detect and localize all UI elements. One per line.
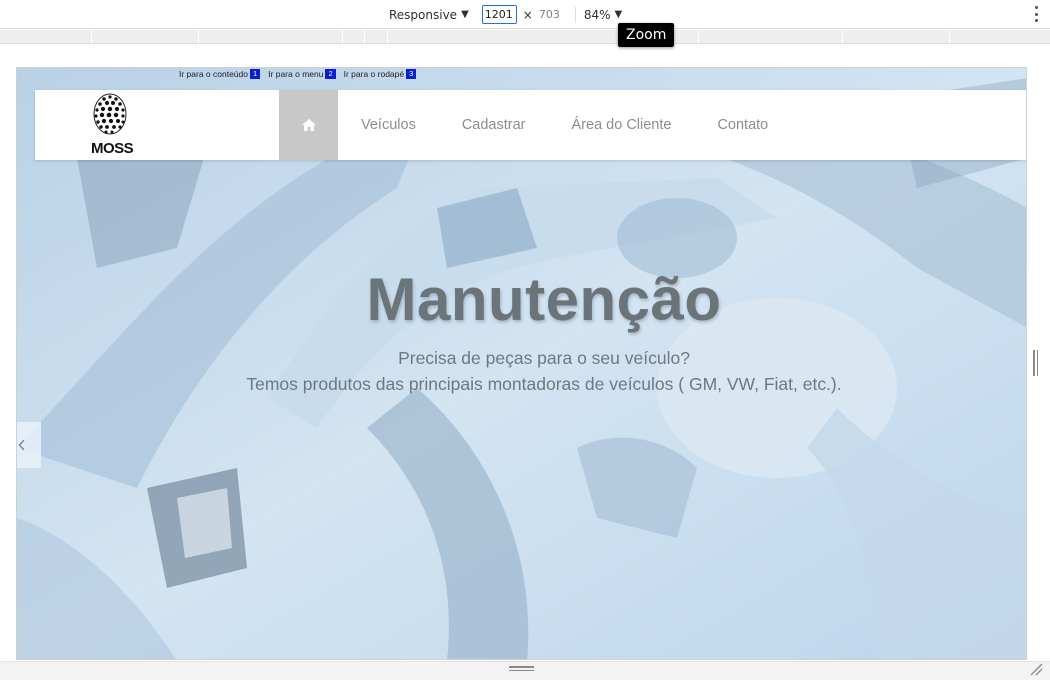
toolbar-divider [574, 6, 576, 23]
nav-item-area-do-cliente[interactable]: Área do Cliente [549, 117, 695, 133]
hero-subtitle-line1: Precisa de peças para o seu veículo? [398, 348, 690, 368]
nav-home-button[interactable] [279, 90, 338, 160]
viewport-resize-handle-right[interactable] [1033, 350, 1038, 376]
carousel-prev-button[interactable] [17, 422, 41, 468]
resize-corner-icon[interactable] [1029, 662, 1043, 676]
skip-link-key: 2 [325, 69, 336, 79]
zoom-tooltip: Zoom [618, 23, 675, 47]
home-icon [301, 119, 316, 131]
nav-item-cadastrar[interactable]: Cadastrar [439, 117, 549, 133]
skip-link-content[interactable]: Ir para o conteúdo 1 [179, 69, 261, 79]
logo-globe-icon [93, 93, 127, 135]
skip-link-menu[interactable]: Ir para o menu 2 [268, 69, 336, 79]
media-query-bar[interactable] [0, 30, 1050, 44]
skip-link-label: Ir para o menu [268, 69, 324, 79]
logo-text: MOSS [91, 140, 134, 157]
device-mode-label: Responsive [389, 7, 458, 22]
dimension-separator: × [522, 7, 533, 22]
device-mode-select[interactable]: Responsive ▼ [389, 8, 469, 22]
site-navbar: MOSS Veículos Cadastrar Área do Cliente … [35, 90, 1026, 160]
skip-links: Ir para o conteúdo 1 Ir para o menu 2 Ir… [179, 69, 417, 79]
hero-title: Manutenção [366, 266, 722, 333]
nav-menu: Veículos Cadastrar Área do Cliente Conta… [338, 90, 791, 160]
hero-caption: Manutenção Precisa de peças para o seu v… [17, 265, 1026, 397]
skip-link-key: 3 [406, 69, 417, 79]
zoom-select[interactable]: 84% ▼ [584, 8, 622, 22]
skip-link-key: 1 [250, 69, 261, 79]
chevron-left-icon [18, 439, 25, 451]
skip-link-footer[interactable]: Ir para o rodapé 3 [344, 69, 417, 79]
site-logo[interactable]: MOSS [35, 90, 279, 160]
skip-link-label: Ir para o conteúdo [179, 69, 248, 79]
viewport-resize-handle-bottom[interactable] [509, 666, 534, 671]
hero-subtitle-line2: Temos produtos das principais montadoras… [246, 374, 842, 394]
caret-down-icon: ▼ [614, 9, 623, 20]
width-input[interactable] [481, 5, 517, 24]
skip-link-label: Ir para o rodapé [343, 69, 405, 79]
caret-down-icon: ▼ [461, 9, 469, 20]
nav-item-veiculos[interactable]: Veículos [338, 117, 439, 133]
device-controls: Responsive ▼ × 703 84% ▼ [389, 5, 622, 24]
emulated-viewport: Ir para o conteúdo 1 Ir para o menu 2 Ir… [16, 67, 1027, 660]
height-input[interactable]: 703 [539, 8, 573, 21]
device-toolbar: Responsive ▼ × 703 84% ▼ [0, 0, 1050, 29]
nav-item-contato[interactable]: Contato [694, 117, 791, 133]
kebab-menu-icon[interactable] [1033, 6, 1039, 22]
zoom-label: 84% [583, 7, 611, 22]
